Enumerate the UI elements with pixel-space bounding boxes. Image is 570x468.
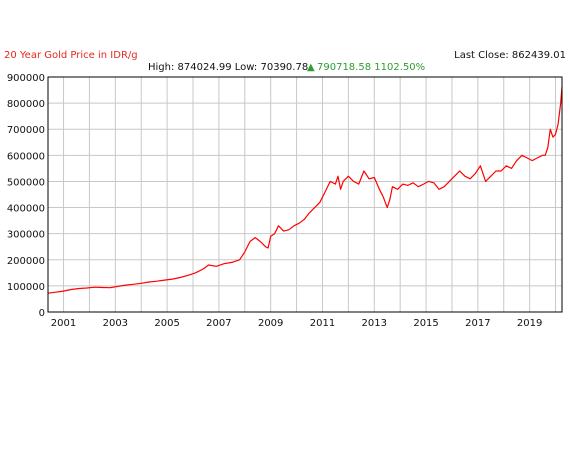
change-text: 790718.58 1102.50% (317, 62, 425, 73)
y-tick-label: 800000 (7, 99, 45, 110)
x-tick-label: 2005 (154, 318, 179, 329)
x-tick-label: 2013 (362, 318, 387, 329)
x-tick-label: 2017 (465, 318, 490, 329)
chart-root: 20 Year Gold Price in IDR/g Last Close: … (0, 0, 570, 468)
y-tick-label: 700000 (7, 125, 45, 136)
line-chart: 20 Year Gold Price in IDR/g Last Close: … (0, 0, 570, 468)
y-tick-label: 900000 (7, 73, 45, 84)
x-tick-label: 2015 (413, 318, 438, 329)
y-tick-label: 0 (39, 308, 45, 319)
x-tick-label: 2011 (310, 318, 335, 329)
y-tick-label: 400000 (7, 204, 45, 215)
x-tick-label: 2001 (51, 318, 76, 329)
up-arrow-icon: ▲ (307, 62, 315, 73)
x-tick-label: 2003 (103, 318, 128, 329)
y-tick-label: 100000 (7, 282, 45, 293)
y-tick-label: 300000 (7, 230, 45, 241)
x-tick-label: 2009 (258, 318, 283, 329)
y-tick-label: 200000 (7, 256, 45, 267)
chart-title: 20 Year Gold Price in IDR/g (4, 50, 138, 61)
x-tick-label: 2007 (206, 318, 231, 329)
last-close-text: Last Close: 862439.01 (454, 50, 566, 61)
y-tick-label: 500000 (7, 177, 45, 188)
x-tick-label: 2019 (517, 318, 542, 329)
y-tick-label: 600000 (7, 151, 45, 162)
high-low-text: High: 874024.99 Low: 70390.78 (148, 62, 308, 73)
